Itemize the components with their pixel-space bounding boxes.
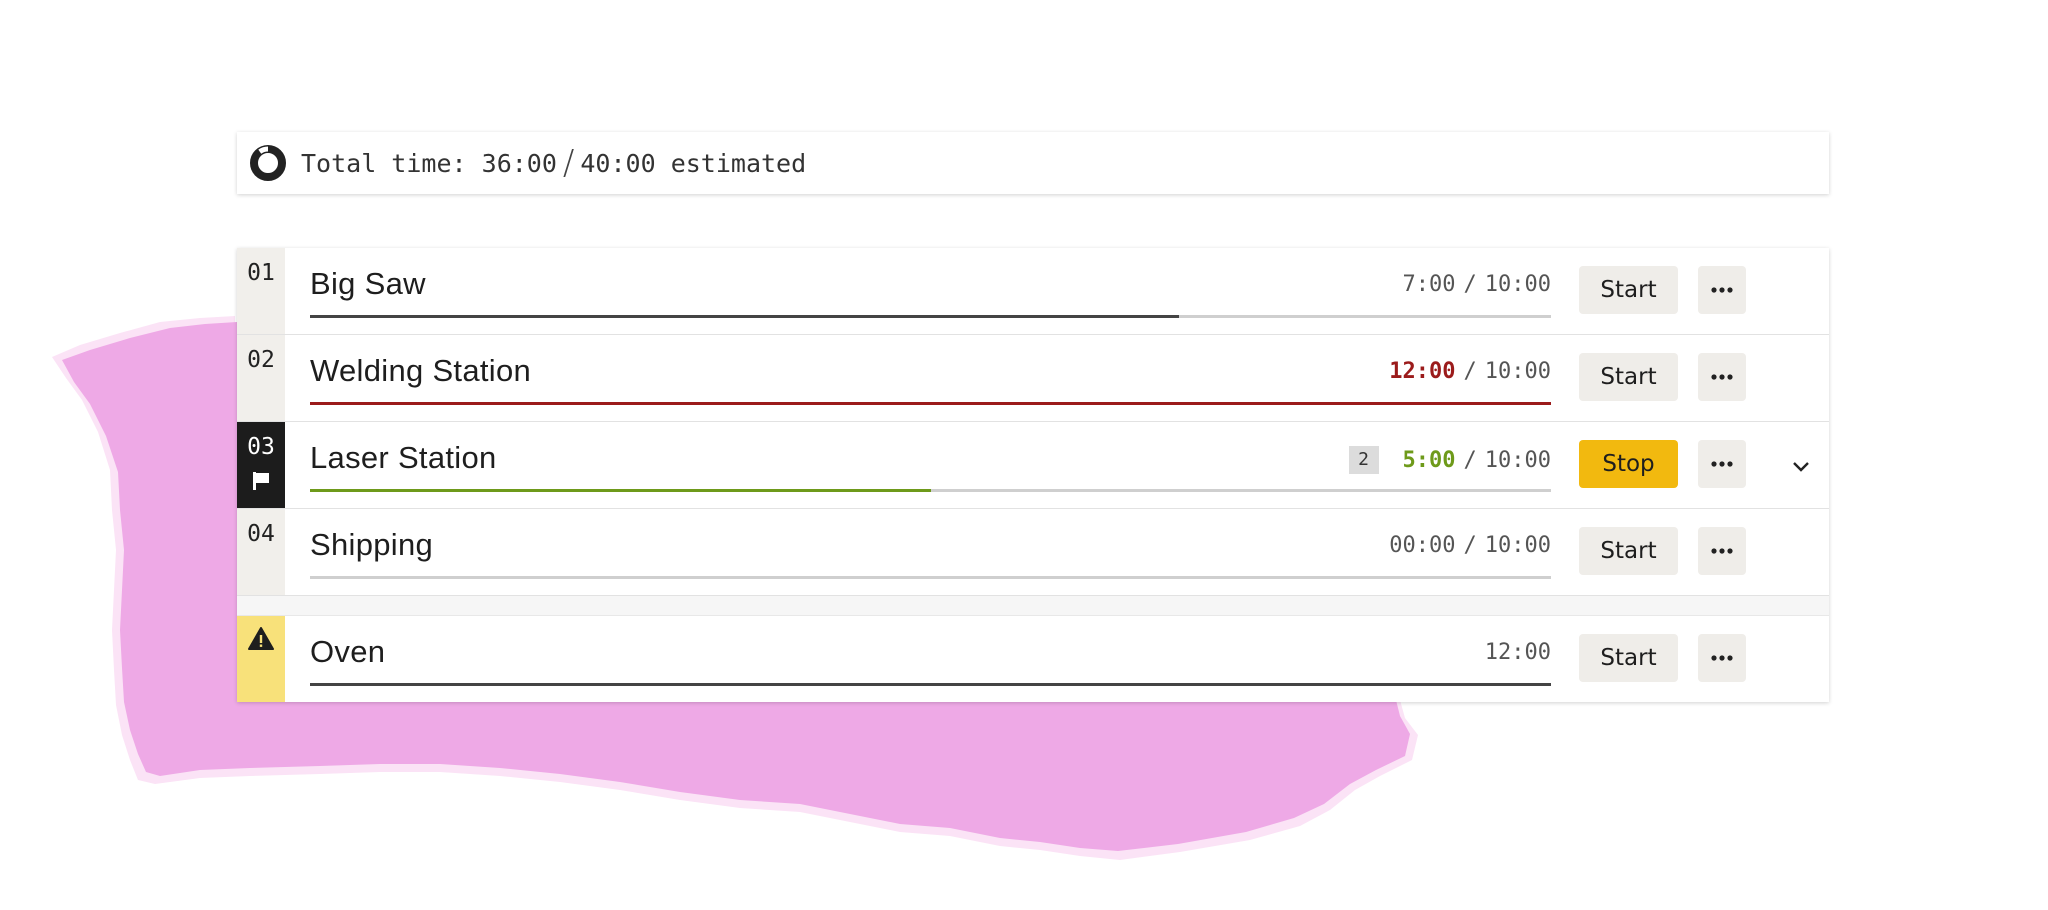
start-button[interactable]: Start [1579, 353, 1678, 401]
station-name: Laser Station [310, 440, 497, 475]
start-button[interactable]: Start [1579, 634, 1678, 682]
station-name: Big Saw [310, 266, 426, 301]
station-index [237, 616, 285, 702]
more-options-button[interactable] [1698, 266, 1746, 314]
more-options-button[interactable] [1698, 353, 1746, 401]
station-index-label: 03 [247, 434, 275, 460]
station-current-time: 5:00 [1402, 447, 1456, 473]
progress-track [310, 576, 1551, 579]
progress-track [310, 489, 1551, 492]
station-total-time: 10:00 [1484, 359, 1551, 384]
start-button[interactable]: Start [1579, 266, 1678, 314]
queue-count-badge: 2 [1348, 446, 1379, 474]
progress-fill [310, 315, 1179, 318]
stop-button[interactable]: Stop [1579, 440, 1678, 488]
progress-track [310, 315, 1551, 318]
progress-fill [310, 402, 1551, 405]
more-dots-icon [1711, 548, 1733, 554]
total-time-summary: Total time: 36:00 / 40:00 estimated [237, 132, 1829, 194]
station-current-time: 12:00 [1389, 359, 1456, 384]
station-list: 01 Big Saw 7:00 / 10:00 Start 02 Welding… [237, 248, 1829, 702]
station-index: 04 [237, 509, 285, 595]
more-dots-icon [1711, 287, 1733, 293]
station-timing: 12:00 [1485, 640, 1551, 665]
station-row[interactable]: 01 Big Saw 7:00 / 10:00 Start [237, 248, 1829, 335]
total-time-elapsed: 36:00 [481, 148, 557, 178]
station-total-time: 10:00 [1484, 272, 1551, 297]
progress-fill [310, 683, 1551, 686]
station-row-warning[interactable]: Oven 12:00 Start [237, 616, 1829, 702]
total-time-suffix: estimated [670, 148, 807, 178]
station-current-time: 12:00 [1484, 640, 1551, 665]
total-time-text: Total time: 36:00 / 40:00 estimated [301, 143, 806, 183]
station-index: 01 [237, 248, 285, 334]
station-total-time: 10:00 [1484, 447, 1551, 473]
more-dots-icon [1711, 655, 1733, 661]
station-index-label: 02 [247, 347, 275, 373]
station-current-time: 7:00 [1402, 272, 1456, 297]
progress-track [310, 683, 1551, 686]
chevron-down-icon[interactable] [1789, 454, 1813, 478]
station-row[interactable]: 04 Shipping 00:00 / 10:00 Start [237, 509, 1829, 596]
total-time-label: Total time: [301, 148, 467, 178]
station-index-label: 04 [247, 521, 275, 547]
more-options-button[interactable] [1698, 440, 1746, 488]
time-separator: / [1463, 359, 1477, 384]
station-current-time: 00:00 [1389, 533, 1456, 558]
time-separator: / [1463, 272, 1477, 297]
list-divider [237, 596, 1829, 616]
start-button[interactable]: Start [1579, 527, 1678, 575]
more-dots-icon [1711, 374, 1733, 380]
progress-track [310, 402, 1551, 405]
station-index-label: 01 [247, 260, 275, 286]
station-timing: 12:00 / 10:00 [1389, 359, 1551, 384]
station-row[interactable]: 02 Welding Station 12:00 / 10:00 Start [237, 335, 1829, 422]
time-separator: / [1463, 533, 1477, 558]
station-total-time: 10:00 [1484, 533, 1551, 558]
station-name: Welding Station [310, 353, 532, 388]
station-name: Oven [310, 634, 386, 669]
more-options-button[interactable] [1698, 634, 1746, 682]
more-options-button[interactable] [1698, 527, 1746, 575]
warning-triangle-icon [248, 627, 274, 650]
station-timing: 2 5:00 / 10:00 [1348, 446, 1551, 474]
station-index: 03 [237, 422, 285, 508]
station-name: Shipping [310, 527, 434, 562]
flag-icon [253, 472, 269, 490]
total-time-divider: / [562, 143, 575, 183]
station-row-active[interactable]: 03 Laser Station 2 5:00 / 10:00 Stop [237, 422, 1829, 509]
station-timing: 7:00 / 10:00 [1403, 272, 1551, 297]
more-dots-icon [1711, 461, 1733, 467]
progress-fill [310, 489, 931, 492]
progress-donut-icon [250, 145, 286, 181]
total-time-estimate: 40:00 [580, 148, 656, 178]
station-timing: 00:00 / 10:00 [1389, 533, 1551, 558]
station-index: 02 [237, 335, 285, 421]
time-separator: / [1463, 447, 1477, 473]
